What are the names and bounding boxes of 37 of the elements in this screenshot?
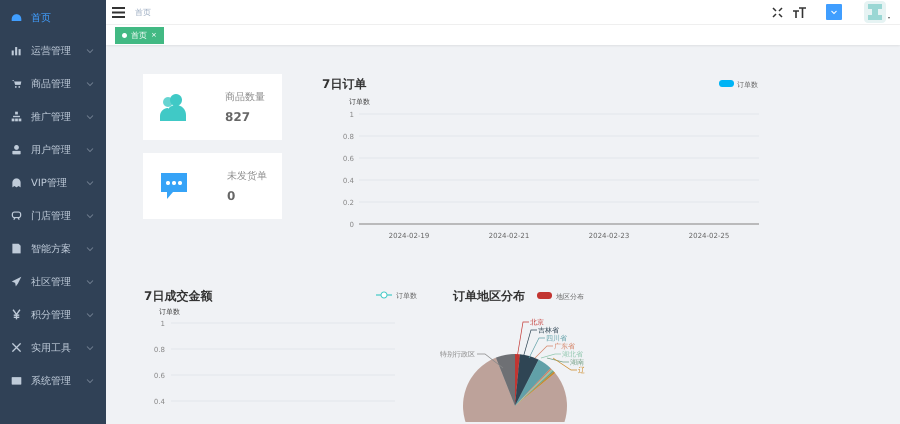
stat-label: 未发货单 (227, 170, 267, 183)
dashboard-icon (11, 12, 22, 23)
sidebar-item[interactable]: 商品管理 (0, 67, 106, 100)
store-icon (11, 210, 22, 221)
sidebar-item[interactable]: 智能方案 (0, 232, 106, 265)
sidebar-item[interactable]: 实用工具 (0, 331, 106, 364)
chart-title: 7日订单 (322, 77, 366, 91)
sidebar-item[interactable]: 系统管理 (0, 364, 106, 397)
ghost-icon (11, 177, 22, 188)
stat-label: 商品数量 (225, 90, 265, 104)
stat-value: 827 (225, 110, 252, 124)
document-icon (11, 243, 22, 254)
chart-title: 7日成交金额 (144, 289, 212, 303)
sidebar-item[interactable]: 积分管理 (0, 298, 106, 331)
bar-chart-icon (11, 45, 22, 56)
cart-icon (11, 78, 22, 89)
legend-swatch (537, 292, 552, 299)
user-icon (11, 144, 22, 155)
sidebar-item[interactable]: 首页 (0, 1, 106, 34)
sidebar-item[interactable]: VIP管理 (0, 166, 106, 199)
leader-line (476, 354, 504, 368)
sitemap-icon (11, 111, 22, 122)
legend-swatch (719, 80, 734, 87)
fullscreen-icon[interactable] (772, 6, 783, 18)
menu-icon[interactable] (112, 6, 125, 18)
sidebar-item[interactable]: 用户管理 (0, 133, 106, 166)
sidebar-item[interactable]: 推广管理 (0, 100, 106, 133)
yen-icon (11, 309, 22, 320)
chart-title: 订单地区分布 (453, 289, 525, 303)
sidebar-item[interactable]: 社区管理 (0, 265, 106, 298)
tools-icon (11, 342, 22, 353)
legend-line-icon (376, 292, 392, 298)
sidebar-item[interactable]: 运营管理 (0, 34, 106, 67)
paper-plane-icon (11, 276, 22, 287)
sidebar-item[interactable]: 门店管理 (0, 199, 106, 232)
text-size-icon[interactable] (793, 6, 806, 18)
stat-value: 0 (227, 189, 236, 203)
